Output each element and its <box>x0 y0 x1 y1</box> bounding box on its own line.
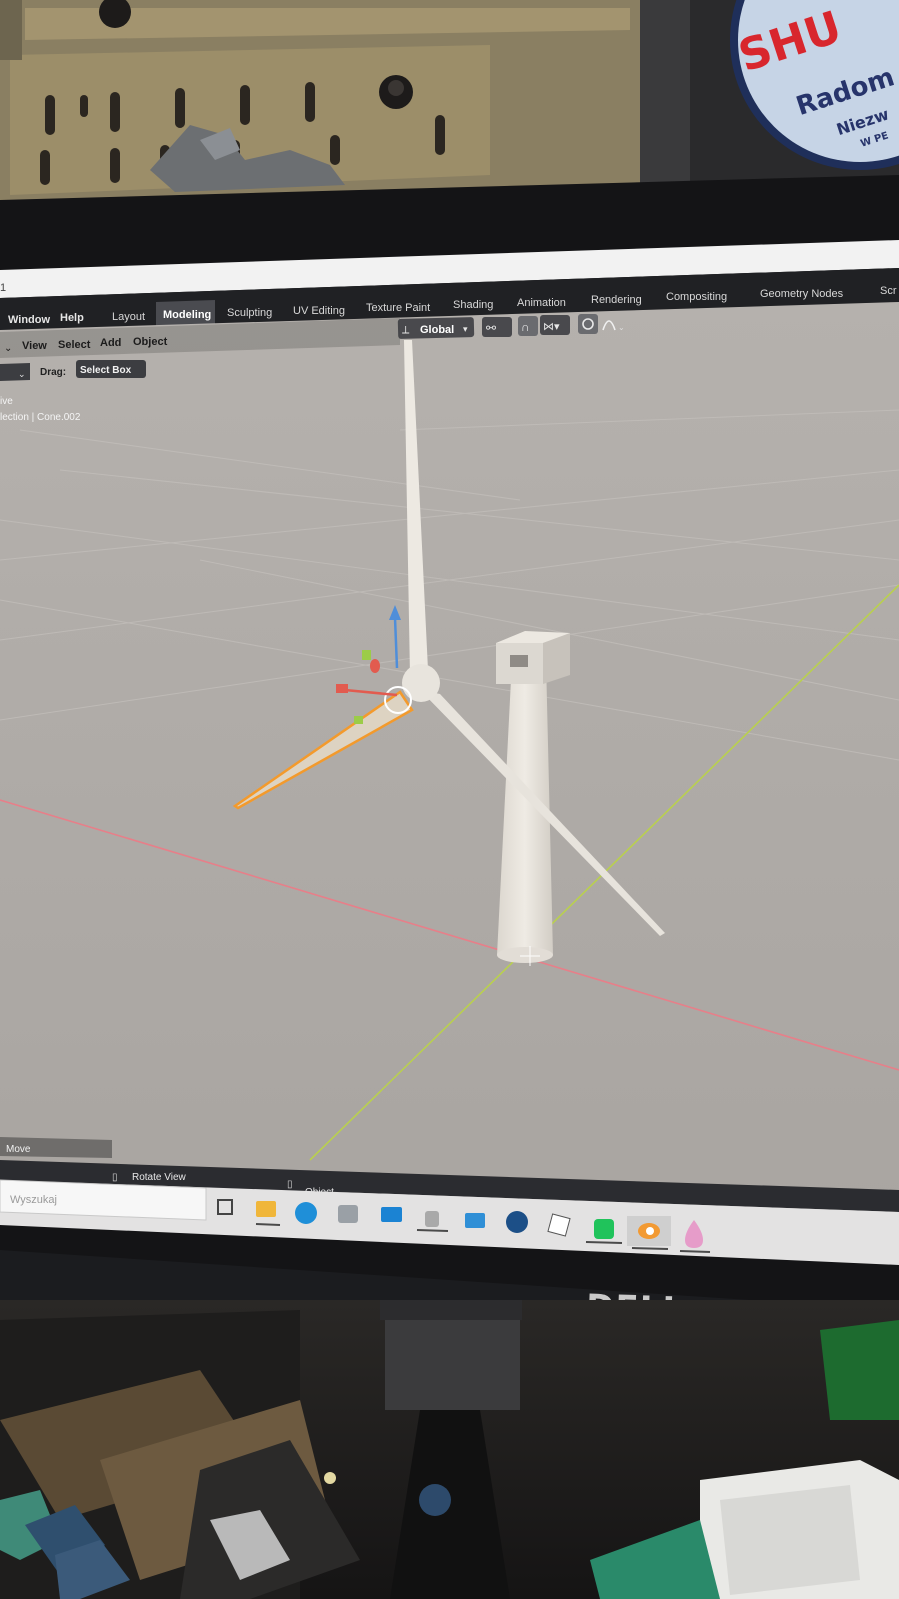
tab-animation[interactable]: Animation <box>517 297 566 309</box>
app-icon-grey[interactable] <box>425 1211 439 1227</box>
mouse-icon: ▯ <box>112 1172 118 1183</box>
mode-chevron-icon: ⌄ <box>18 369 26 379</box>
viewport-info-line1: ive <box>0 396 13 407</box>
link-icon: ⚯ <box>486 321 496 335</box>
header-menu-add[interactable]: Add <box>100 337 121 349</box>
roblox-icon[interactable] <box>547 1213 571 1237</box>
drag-label: Drag: <box>40 367 66 378</box>
orientation-label: Global <box>420 324 454 336</box>
tab-uv-editing[interactable]: UV Editing <box>293 305 345 317</box>
status-rotate-view: Rotate View <box>132 1172 187 1183</box>
tab-modeling[interactable]: Modeling <box>163 309 211 321</box>
header-menu-object[interactable]: Object <box>133 336 168 348</box>
falloff-chevron-icon: ⌄ <box>618 323 625 332</box>
chevron-down-icon: ▾ <box>463 324 468 334</box>
steam-icon[interactable] <box>506 1211 528 1233</box>
tab-layout[interactable]: Layout <box>112 311 145 323</box>
last-operator-label: Move <box>6 1144 31 1155</box>
tab-rendering[interactable]: Rendering <box>591 294 642 306</box>
taskbar-search-input: Wyszukaj <box>10 1194 57 1206</box>
photo-scene: SHU Radom Niezw W PE 1 Window Help Layou… <box>0 0 899 1599</box>
orientation-icon: ⟂ <box>402 324 410 336</box>
drag-value: Select Box <box>80 365 132 376</box>
header-caret[interactable]: ⌄ <box>4 343 12 354</box>
window-title: 1 <box>0 282 6 294</box>
tab-texture-paint[interactable]: Texture Paint <box>366 302 430 314</box>
green-app-icon[interactable] <box>594 1219 614 1239</box>
menu-help[interactable]: Help <box>60 312 84 324</box>
store-icon[interactable] <box>338 1205 358 1223</box>
tab-shading[interactable]: Shading <box>453 299 493 311</box>
desk-area <box>0 1300 899 1599</box>
edge-icon[interactable] <box>295 1202 317 1224</box>
magnet-icon: ∩ <box>521 320 530 334</box>
tab-sculpting[interactable]: Sculpting <box>227 307 272 319</box>
viewport-info-line2: lection | Cone.002 <box>0 412 81 423</box>
mail-icon[interactable] <box>381 1207 402 1222</box>
viewport-3d[interactable] <box>0 302 899 1220</box>
menu-window[interactable]: Window <box>8 314 50 326</box>
tab-compositing[interactable]: Compositing <box>666 291 727 303</box>
snap-grid-icon: ⋈▾ <box>543 321 560 333</box>
monitor-stand <box>380 1300 522 1320</box>
tab-scripting[interactable]: Scr <box>880 285 897 297</box>
header-menu-view[interactable]: View <box>22 340 47 352</box>
monitor-app-icon[interactable] <box>465 1213 485 1228</box>
proportional-toggle[interactable] <box>578 314 598 334</box>
file-explorer-icon[interactable] <box>256 1201 276 1217</box>
nacelle-opening <box>510 655 528 667</box>
blender-icon-eye <box>646 1227 654 1235</box>
turbine-hub <box>402 664 440 702</box>
tab-geometry-nodes[interactable]: Geometry Nodes <box>760 288 844 300</box>
mouse-icon-2: ▯ <box>287 1179 293 1190</box>
tower-base <box>497 947 553 963</box>
header-menu-select[interactable]: Select <box>58 339 91 351</box>
top-menus: Window Help <box>8 312 84 326</box>
